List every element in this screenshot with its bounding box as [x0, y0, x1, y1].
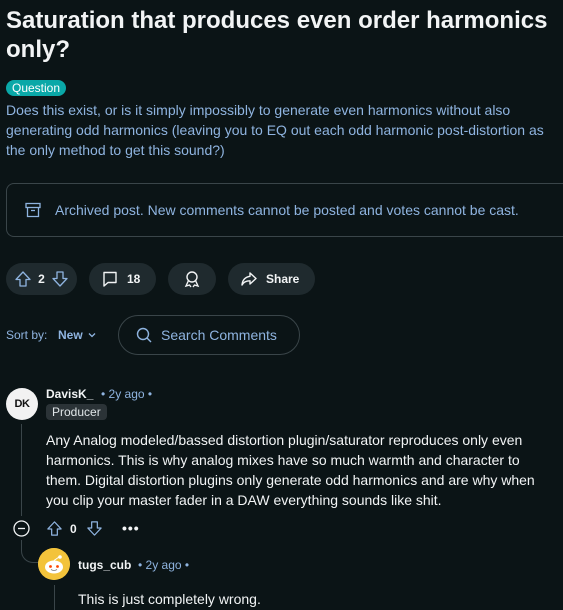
downvote-icon[interactable]: [86, 520, 103, 537]
post-title: Saturation that produces even order harm…: [6, 7, 548, 63]
avatar-initials: DK: [14, 398, 30, 410]
avatar[interactable]: [38, 548, 70, 580]
sort-value: New: [58, 328, 83, 342]
chevron-down-icon: [88, 333, 96, 338]
search-comments-input[interactable]: Search Comments: [118, 315, 300, 355]
archived-banner: Archived post. New comments cannot be po…: [6, 183, 563, 237]
thread-line[interactable]: [54, 585, 55, 610]
award-icon: [184, 271, 200, 288]
post-score: 2: [38, 272, 45, 286]
thread-line[interactable]: [21, 424, 22, 516]
post-body: Does this exist, or is it simply impossi…: [6, 102, 544, 158]
comments-button[interactable]: 18: [89, 263, 156, 295]
comment-timestamp: • 2y ago •: [101, 387, 153, 401]
comment-score: 0: [70, 522, 77, 536]
award-button[interactable]: [168, 263, 216, 295]
user-flair: Producer: [46, 404, 107, 420]
comment-author[interactable]: DavisK_: [46, 387, 93, 401]
comment-timestamp: • 2y ago •: [138, 558, 190, 572]
reply-connector: [21, 540, 40, 563]
share-button[interactable]: Share: [228, 263, 315, 295]
upvote-icon[interactable]: [14, 270, 32, 288]
comment-text: This is just completely wrong.: [78, 591, 261, 607]
downvote-icon[interactable]: [51, 270, 69, 288]
comment-icon: [103, 271, 117, 287]
share-label: Share: [266, 272, 300, 286]
search-placeholder: Search Comments: [161, 327, 277, 343]
sort-label: Sort by:: [6, 328, 48, 342]
archived-notice: Archived post. New comments cannot be po…: [55, 202, 519, 218]
more-options-button[interactable]: •••: [122, 520, 140, 536]
sort-dropdown[interactable]: New: [58, 328, 97, 342]
avatar[interactable]: DK: [6, 388, 38, 420]
search-icon: [136, 327, 152, 343]
comment-count: 18: [127, 272, 141, 286]
archive-icon: [25, 202, 41, 218]
vote-control: 2: [6, 263, 77, 295]
share-icon: [241, 272, 257, 286]
upvote-icon[interactable]: [46, 520, 63, 537]
comment-text: Any Analog modeled/bassed distortion plu…: [46, 432, 535, 508]
comment-author[interactable]: tugs_cub: [78, 558, 131, 572]
post-flair[interactable]: Question: [6, 80, 67, 96]
collapse-thread-icon[interactable]: [13, 520, 30, 537]
snoo-avatar-icon: [38, 548, 70, 580]
